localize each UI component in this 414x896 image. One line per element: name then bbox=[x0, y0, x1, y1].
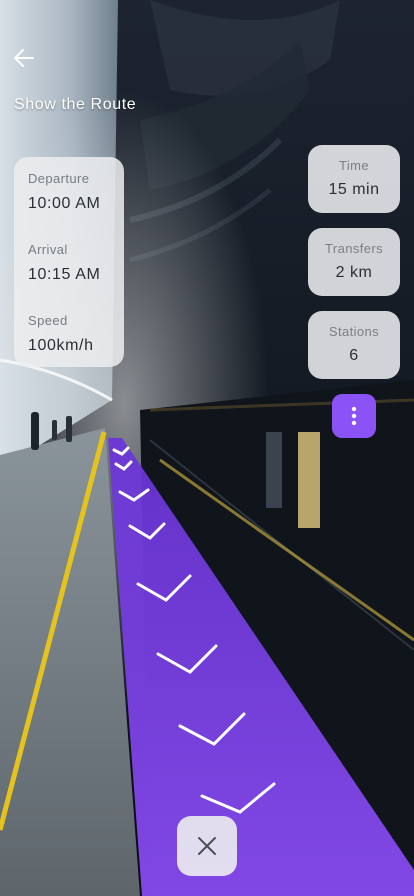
page-title: Show the Route bbox=[14, 96, 137, 113]
more-options-button[interactable] bbox=[332, 394, 376, 438]
departure-value: 10:00 AM bbox=[28, 195, 101, 212]
more-vertical-icon bbox=[351, 406, 357, 426]
departure-label: Departure bbox=[28, 171, 90, 186]
trip-info-card: Departure 10:00 AM Arrival 10:15 AM Spee… bbox=[14, 157, 124, 367]
arrival-value: 10:15 AM bbox=[28, 266, 101, 283]
arrival-label: Arrival bbox=[28, 242, 68, 257]
transfers-value: 2 km bbox=[335, 264, 373, 281]
speed-value: 100km/h bbox=[28, 337, 94, 354]
time-value: 15 min bbox=[328, 181, 380, 198]
back-button[interactable] bbox=[8, 42, 40, 74]
transfers-label: Transfers bbox=[324, 241, 384, 256]
stations-label: Stations bbox=[328, 324, 380, 339]
transfers-stat-card: Transfers 2 km bbox=[308, 228, 400, 296]
speed-label: Speed bbox=[28, 313, 68, 328]
close-button[interactable] bbox=[177, 816, 237, 876]
time-stat-card: Time 15 min bbox=[308, 145, 400, 213]
arrival-info: Arrival 10:15 AM bbox=[28, 242, 124, 313]
time-label: Time bbox=[338, 158, 369, 173]
stations-value: 6 bbox=[349, 347, 359, 364]
arrow-left-icon bbox=[14, 49, 34, 67]
speed-info: Speed 100km/h bbox=[28, 313, 124, 384]
close-icon bbox=[198, 837, 216, 855]
stations-stat-card: Stations 6 bbox=[308, 311, 400, 379]
departure-info: Departure 10:00 AM bbox=[28, 171, 124, 242]
